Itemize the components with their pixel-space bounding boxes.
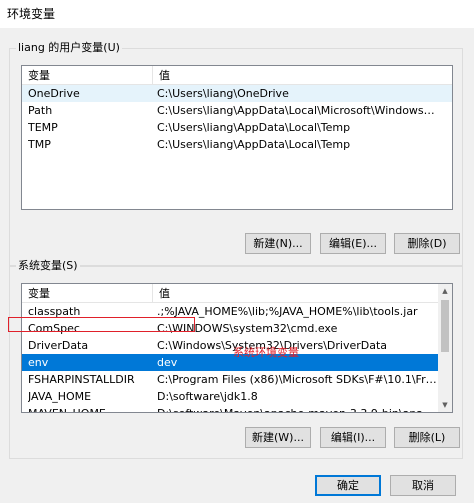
- list-item[interactable]: Path C:\Users\liang\AppData\Local\Micros…: [22, 102, 452, 119]
- variable-name: ComSpec: [28, 322, 80, 335]
- dialog-body: liang 的用户变量(U) 变量 值 OneDrive C:\Users\li…: [0, 28, 474, 503]
- list-item[interactable]: ComSpec C:\WINDOWS\system32\cmd.exe: [22, 320, 452, 337]
- variable-name: MAVEN_HOME: [28, 405, 151, 412]
- annotation-label: 系统环境变量: [233, 346, 299, 359]
- variable-value: C:\Users\liang\AppData\Local\Microsoft\W…: [157, 104, 440, 117]
- variable-value: C:\Users\liang\AppData\Local\Temp: [157, 138, 351, 151]
- column-header-value[interactable]: 值: [153, 284, 443, 303]
- vertical-scrollbar[interactable]: ▲ ▼: [438, 284, 452, 412]
- scrollbar-thumb[interactable]: [441, 300, 449, 352]
- system-edit-button[interactable]: 编辑(I)...: [320, 427, 386, 448]
- list-item[interactable]: OneDrive C:\Users\liang\OneDrive: [22, 85, 452, 102]
- variable-value: C:\Program Files (x86)\Microsoft SDKs\F#…: [157, 373, 440, 386]
- variable-name: TMP: [28, 138, 51, 151]
- window-title: 环境变量: [7, 7, 56, 21]
- list-header: 变量 值: [22, 66, 452, 85]
- variable-value: D:\software\Maven\apache-maven-3.3.9-bin…: [157, 405, 440, 412]
- user-delete-button[interactable]: 删除(D): [394, 233, 460, 254]
- user-edit-button[interactable]: 编辑(E)...: [320, 233, 386, 254]
- user-new-button[interactable]: 新建(N)...: [245, 233, 311, 254]
- variable-name: FSHARPINSTALLDIR: [28, 373, 135, 386]
- user-variables-group: liang 的用户变量(U) 变量 值 OneDrive C:\Users\li…: [9, 41, 463, 266]
- cancel-button[interactable]: 取消: [390, 475, 456, 496]
- user-variables-list[interactable]: 变量 值 OneDrive C:\Users\liang\OneDrive Pa…: [21, 65, 453, 210]
- variable-name: OneDrive: [28, 87, 80, 100]
- list-item[interactable]: JAVA_HOME D:\software\jdk1.8: [22, 388, 452, 405]
- variable-name: classpath: [28, 305, 81, 318]
- system-new-button[interactable]: 新建(W)...: [245, 427, 311, 448]
- variable-value: .;%JAVA_HOME%\lib;%JAVA_HOME%\lib\tools.…: [157, 305, 418, 318]
- column-header-value[interactable]: 值: [153, 66, 443, 85]
- ok-button[interactable]: 确定: [315, 475, 381, 496]
- user-variables-legend: liang 的用户变量(U): [16, 41, 122, 55]
- system-delete-button[interactable]: 删除(L): [394, 427, 460, 448]
- list-item[interactable]: classpath .;%JAVA_HOME%\lib;%JAVA_HOME%\…: [22, 303, 452, 320]
- list-item[interactable]: MAVEN_HOME D:\software\Maven\apache-mave…: [22, 405, 452, 412]
- variable-name: DriverData: [28, 339, 89, 352]
- title-bar: 环境变量: [0, 0, 474, 28]
- system-variables-group: 系统变量(S) 变量 值 classpath .;%JAVA_HOME%\lib…: [9, 259, 463, 459]
- list-item[interactable]: TEMP C:\Users\liang\AppData\Local\Temp: [22, 119, 452, 136]
- system-variables-legend: 系统变量(S): [16, 259, 80, 273]
- variable-name: JAVA_HOME: [28, 390, 92, 403]
- variable-value: D:\software\jdk1.8: [157, 390, 258, 403]
- variable-name: TEMP: [28, 121, 58, 134]
- variable-name: Path: [28, 104, 53, 117]
- variable-value: C:\Users\liang\OneDrive: [157, 87, 289, 100]
- list-item[interactable]: FSHARPINSTALLDIR C:\Program Files (x86)\…: [22, 371, 452, 388]
- scroll-down-arrow-icon[interactable]: ▼: [438, 398, 452, 412]
- column-header-variable[interactable]: 变量: [22, 284, 153, 303]
- variable-name: env: [28, 356, 49, 369]
- variable-value: C:\Users\liang\AppData\Local\Temp: [157, 121, 351, 134]
- list-header: 变量 值: [22, 284, 452, 303]
- column-header-variable[interactable]: 变量: [22, 66, 153, 85]
- variable-value: C:\WINDOWS\system32\cmd.exe: [157, 322, 338, 335]
- list-item[interactable]: TMP C:\Users\liang\AppData\Local\Temp: [22, 136, 452, 153]
- scroll-up-arrow-icon[interactable]: ▲: [438, 284, 452, 298]
